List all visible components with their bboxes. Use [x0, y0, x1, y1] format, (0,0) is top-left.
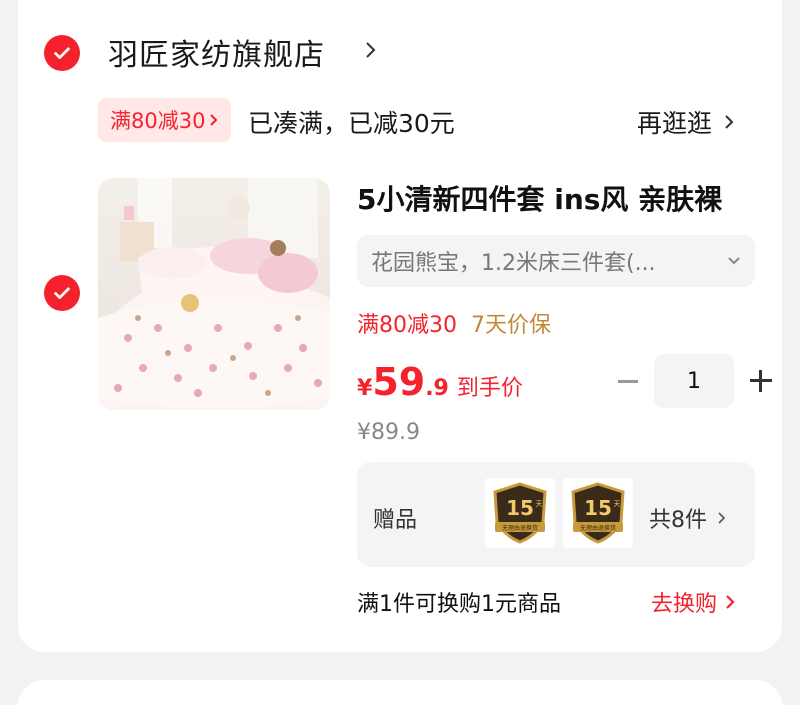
- chevron-right-icon: [725, 115, 734, 129]
- svg-text:无理由退换货: 无理由退换货: [502, 524, 538, 532]
- gift-label: 赠品: [373, 508, 418, 533]
- sku-selector[interactable]: 花园熊宝，1.2米床三件套(...: [357, 235, 755, 287]
- cart-store-card: 羽匠家纺旗舰店 满80减30 已凑满，已减30元 再逛逛 5小清新四件套 ins…: [18, 0, 782, 652]
- exchange-offer-text: 满1件可换购1元商品: [357, 592, 561, 617]
- browse-more-label: 再逛逛: [636, 109, 712, 138]
- chevron-down-icon: [728, 257, 740, 265]
- quantity-input[interactable]: 1: [654, 354, 734, 408]
- svg-text:无理由退换货: 无理由退换货: [580, 524, 616, 532]
- decrease-button[interactable]: [618, 379, 638, 383]
- product-tags: 满80减30 7天价保: [357, 307, 551, 339]
- price-protect-tag: 7天价保: [471, 313, 551, 338]
- quantity-stepper: 1: [618, 354, 772, 408]
- item-select-checkbox[interactable]: [44, 275, 80, 311]
- original-price: ¥89.9: [357, 420, 420, 445]
- final-price: ¥ 59 .9 到手价: [357, 360, 523, 404]
- exchange-button[interactable]: 去换购: [651, 586, 735, 618]
- store-name[interactable]: 羽匠家纺旗舰店: [108, 30, 325, 74]
- checkmark-icon: [54, 47, 70, 59]
- discount-tag: 满80减30: [357, 313, 457, 338]
- gift-count: 共8件: [649, 502, 726, 534]
- bedding-product-image: [98, 178, 330, 410]
- exchange-button-label: 去换购: [650, 592, 717, 617]
- gift-panel[interactable]: 赠品 15 天 无理由退换货 15 天 无理由退换货 共8件: [357, 462, 755, 567]
- price-decimal: .9: [425, 376, 449, 401]
- svg-text:15: 15: [584, 496, 612, 520]
- chevron-right-icon: [726, 595, 735, 609]
- price-integer: 59: [372, 360, 426, 404]
- increase-button[interactable]: [750, 370, 772, 392]
- chevron-right-icon: [718, 512, 726, 524]
- browse-more-link[interactable]: 再逛逛: [637, 104, 734, 140]
- svg-text:15: 15: [506, 496, 534, 520]
- store-select-checkbox[interactable]: [44, 35, 80, 71]
- sku-text: 花园熊宝，1.2米床三件套(...: [371, 251, 656, 276]
- return-guarantee-badge-icon: 15 天 无理由退换货: [563, 478, 633, 548]
- product-thumbnail[interactable]: [98, 178, 330, 410]
- chevron-right-icon[interactable]: [364, 40, 378, 60]
- svg-text:天: 天: [614, 500, 621, 508]
- promo-status: 已凑满，已减30元: [248, 109, 455, 138]
- next-store-card: [18, 680, 782, 705]
- promo-tag-label: 满80减30: [110, 109, 206, 133]
- gift-count-label: 共8件: [649, 508, 707, 533]
- svg-text:天: 天: [536, 500, 543, 508]
- price-label: 到手价: [456, 376, 523, 401]
- promo-tag[interactable]: 满80减30: [98, 98, 232, 142]
- checkmark-icon: [54, 287, 70, 299]
- chevron-right-icon: [210, 114, 218, 126]
- price-currency: ¥: [357, 376, 373, 401]
- product-title[interactable]: 5小清新四件套 ins风 亲肤裸: [357, 178, 757, 218]
- return-guarantee-badge-icon: 15 天 无理由退换货: [485, 478, 555, 548]
